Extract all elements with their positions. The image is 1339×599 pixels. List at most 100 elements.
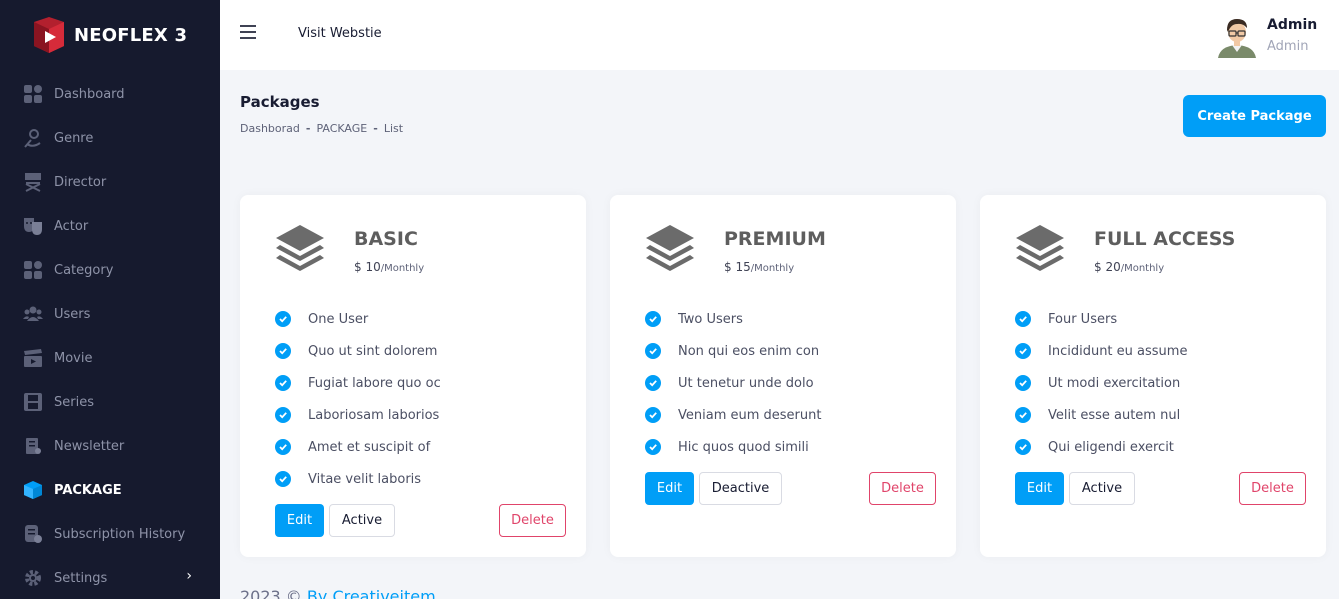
gear-icon	[23, 568, 43, 588]
feature-text: Incididunt eu assume	[1048, 343, 1188, 359]
status-toggle-button[interactable]: Active	[1069, 472, 1135, 505]
sidebar-item-label: Actor	[54, 218, 89, 234]
user-role: Admin	[1267, 39, 1309, 54]
price-period: /Monthly	[750, 263, 795, 274]
feature-text: Four Users	[1048, 311, 1118, 327]
footer: 2023 © By Creativeitem	[240, 587, 436, 599]
menu-toggle-icon[interactable]	[240, 25, 256, 39]
sidebar-item-category[interactable]: Category	[0, 248, 220, 292]
sidebar-item-label: Dashboard	[54, 86, 125, 102]
edit-button[interactable]: Edit	[1015, 472, 1064, 505]
check-circle-icon	[275, 439, 291, 455]
film-strip-icon	[23, 392, 43, 412]
sidebar-item-label: Series	[54, 394, 94, 410]
edit-button[interactable]: Edit	[645, 472, 694, 505]
package-title: FULL ACCESS	[1094, 228, 1236, 250]
sidebar-item-label: Settings	[54, 570, 108, 586]
sidebar-item-package[interactable]: PACKAGE	[0, 468, 220, 512]
check-circle-icon	[645, 311, 661, 327]
sidebar-item-subscription-history[interactable]: Subscription History	[0, 512, 220, 556]
feature-text: One User	[308, 311, 369, 327]
feature-text: Hic quos quod simili	[678, 439, 809, 455]
sidebar-item-actor[interactable]: Actor	[0, 204, 220, 248]
feature-text: Fugiat labore quo oc	[308, 375, 441, 391]
sidebar-item-users[interactable]: Users	[0, 292, 220, 336]
avatar[interactable]	[1216, 14, 1258, 58]
feature-text: Ut tenetur unde dolo	[678, 375, 814, 391]
feature-item: Quo ut sint dolorem	[275, 335, 441, 367]
footer-copyright: 2023 ©	[240, 587, 302, 599]
package-title: BASIC	[354, 228, 418, 250]
sidebar-item-series[interactable]: Series	[0, 380, 220, 424]
feature-item: Hic quos quod simili	[645, 431, 821, 463]
theater-masks-icon	[23, 216, 43, 236]
feature-text: Veniam eum deserunt	[678, 407, 822, 423]
feature-item: Incididunt eu assume	[1015, 335, 1187, 367]
sidebar-item-label: Subscription History	[54, 526, 186, 542]
feature-item: Laboriosam laborios	[275, 399, 441, 431]
footer-link[interactable]: By Creativeitem	[307, 587, 436, 599]
feature-item: One User	[275, 303, 441, 335]
layers-icon	[644, 223, 696, 277]
brand-logo-icon	[30, 16, 68, 54]
sidebar-item-settings[interactable]: Settings ›	[0, 556, 220, 599]
sidebar-item-newsletter[interactable]: Newsletter	[0, 424, 220, 468]
breadcrumb-separator: -	[373, 122, 378, 135]
sidebar-item-label: Director	[54, 174, 107, 190]
brand[interactable]: NEOFLEX 3	[0, 0, 220, 70]
feature-text: Ut modi exercitation	[1048, 375, 1181, 391]
package-card-premium: PREMIUM $ 15/Monthly Two Users Non qui e…	[610, 195, 956, 557]
users-icon	[23, 304, 43, 324]
visit-website-link[interactable]: Visit Webstie	[298, 26, 382, 41]
delete-button[interactable]: Delete	[499, 504, 566, 537]
sidebar-item-movie[interactable]: Movie	[0, 336, 220, 380]
sidebar: NEOFLEX 3 Dashboard Genre Director Actor	[0, 0, 220, 599]
breadcrumb-item-package[interactable]: PACKAGE	[316, 122, 367, 135]
genre-icon	[23, 128, 43, 148]
check-circle-icon	[275, 407, 291, 423]
feature-item: Qui eligendi exercit	[1015, 431, 1187, 463]
clapperboard-icon	[23, 348, 43, 368]
chevron-right-icon: ›	[186, 568, 192, 584]
feature-text: Vitae velit laboris	[308, 471, 422, 487]
feature-item: Ut tenetur unde dolo	[645, 367, 821, 399]
sidebar-item-label: Users	[54, 306, 91, 322]
sidebar-item-label: Genre	[54, 130, 94, 146]
sidebar-item-genre[interactable]: Genre	[0, 116, 220, 160]
sidebar-item-director[interactable]: Director	[0, 160, 220, 204]
feature-text: Laboriosam laborios	[308, 407, 440, 423]
feature-list: One User Quo ut sint dolorem Fugiat labo…	[275, 303, 441, 495]
price-amount: $ 10	[354, 260, 381, 274]
subscription-history-icon	[23, 524, 43, 544]
status-toggle-button[interactable]: Active	[329, 504, 395, 537]
create-package-button[interactable]: Create Package	[1183, 95, 1326, 137]
feature-text: Quo ut sint dolorem	[308, 343, 438, 359]
sidebar-item-dashboard[interactable]: Dashboard	[0, 72, 220, 116]
feature-text: Two Users	[678, 311, 743, 327]
feature-item: Vitae velit laboris	[275, 463, 441, 495]
layers-icon	[1014, 223, 1066, 277]
check-circle-icon	[645, 375, 661, 391]
layers-icon	[274, 223, 326, 277]
feature-item: Four Users	[1015, 303, 1187, 335]
status-toggle-button[interactable]: Deactive	[699, 472, 782, 505]
check-circle-icon	[275, 311, 291, 327]
package-card-full-access: FULL ACCESS $ 20/Monthly Four Users Inci…	[980, 195, 1326, 557]
feature-text: Amet et suscipit of	[308, 439, 431, 455]
check-circle-icon	[645, 439, 661, 455]
breadcrumb-separator: -	[305, 122, 311, 135]
top-header: Visit Webstie Admin Admin	[220, 0, 1339, 70]
category-icon	[23, 260, 43, 280]
price-period: /Monthly	[1120, 263, 1165, 274]
delete-button[interactable]: Delete	[1239, 472, 1306, 505]
package-price: $ 10/Monthly	[354, 260, 424, 274]
check-circle-icon	[1015, 311, 1031, 327]
delete-button[interactable]: Delete	[869, 472, 936, 505]
check-circle-icon	[275, 343, 291, 359]
feature-item: Velit esse autem nul	[1015, 399, 1187, 431]
feature-text: Non qui eos enim con	[678, 343, 820, 359]
edit-button[interactable]: Edit	[275, 504, 324, 537]
breadcrumb: Dashborad - PACKAGE - List	[240, 122, 403, 135]
package-card-basic: BASIC $ 10/Monthly One User Quo ut sint …	[240, 195, 586, 557]
breadcrumb-item-dashboard[interactable]: Dashborad	[240, 122, 300, 135]
